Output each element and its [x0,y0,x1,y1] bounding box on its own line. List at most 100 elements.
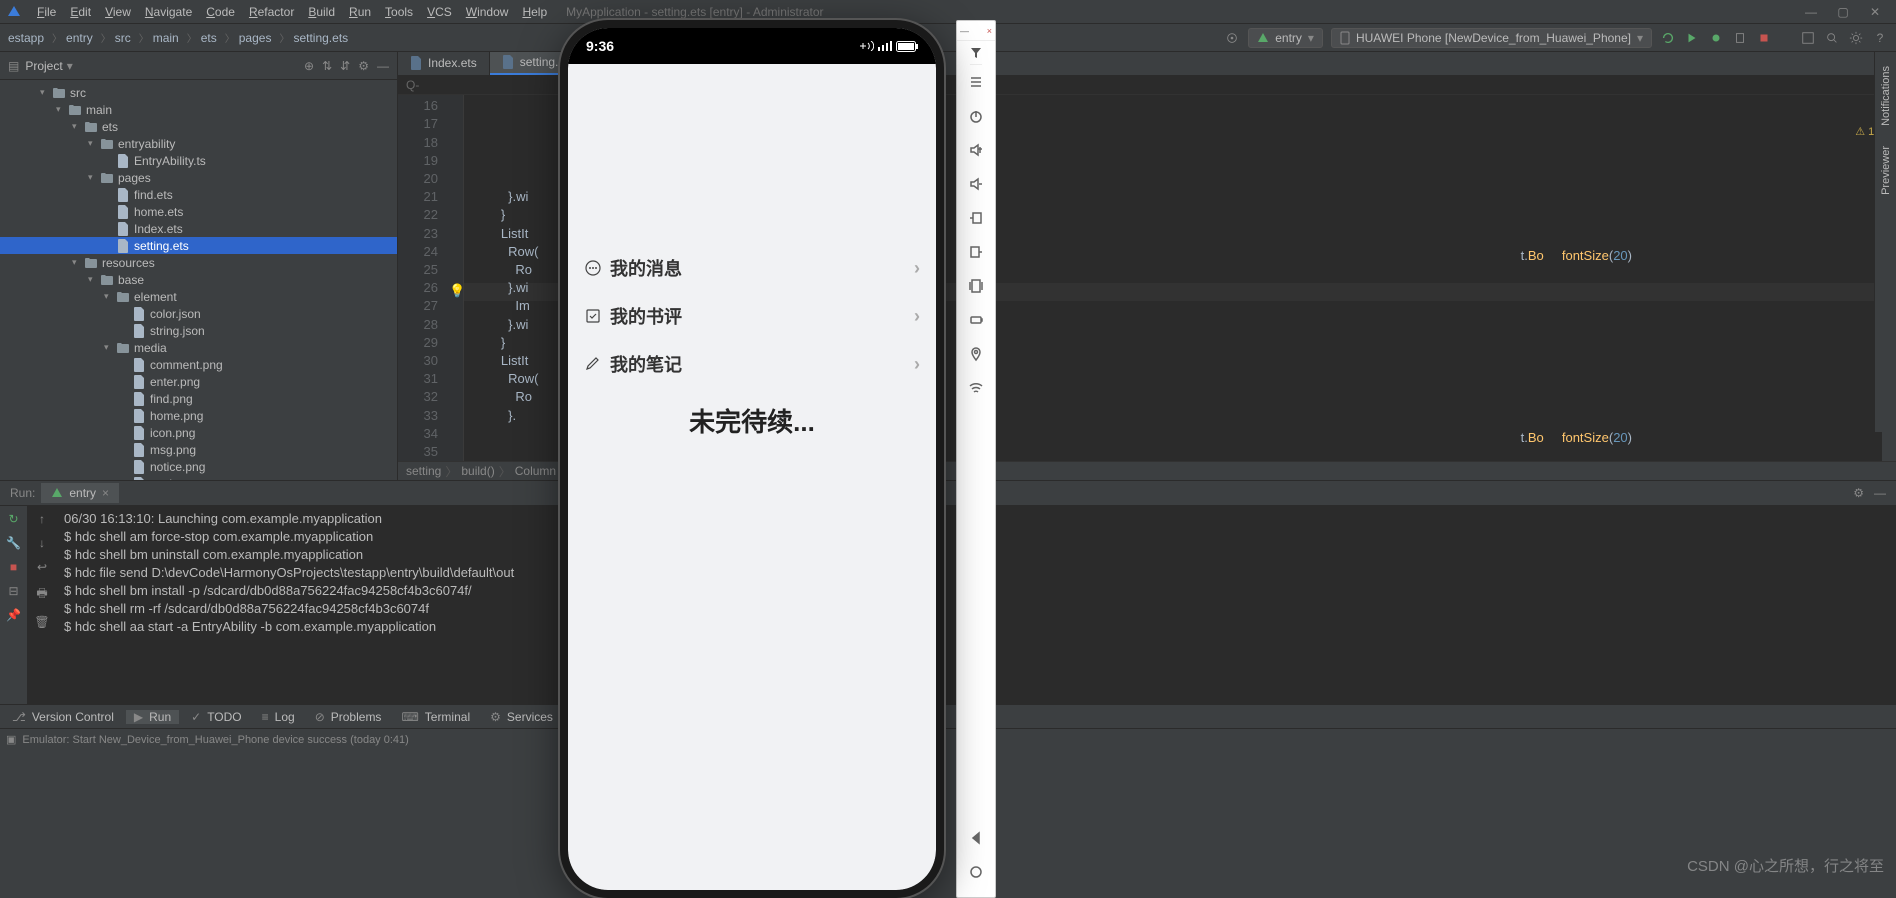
tree-folder[interactable]: ▾pages [0,169,397,186]
bottom-tab-todo[interactable]: ✓TODO [183,710,250,724]
settings-item[interactable]: 我的书评› [568,292,936,340]
run-gear-icon[interactable]: ⚙ [1853,486,1864,500]
breadcrumb[interactable]: entry [66,31,93,45]
rerun-icon[interactable]: ↻ [8,512,18,526]
menu-edit[interactable]: Edit [63,5,98,19]
stop-icon[interactable]: ■ [10,560,17,574]
tree-file[interactable]: msg.png [0,441,397,458]
menu-help[interactable]: Help [515,5,554,19]
layout-icon[interactable]: ⊟ [8,584,18,598]
editor-bc[interactable]: setting [406,464,441,478]
volume-down-icon[interactable] [957,167,995,201]
stop-icon[interactable] [1756,30,1772,46]
menu-navigate[interactable]: Navigate [138,5,199,19]
locate-icon[interactable]: ⊕ [304,59,314,73]
pt-minimize[interactable]: — [960,26,969,36]
bottom-tab-problems[interactable]: ⊘Problems [307,710,390,724]
location-icon[interactable] [957,337,995,371]
breadcrumb[interactable]: main [153,31,179,45]
menu-run[interactable]: Run [342,5,378,19]
reload-icon[interactable] [1660,30,1676,46]
tree-file[interactable]: setting.png [0,475,397,480]
breadcrumb[interactable]: pages [239,31,272,45]
menu-vcs[interactable]: VCS [420,5,459,19]
tree-file[interactable]: notice.png [0,458,397,475]
tree-file[interactable]: EntryAbility.ts [0,152,397,169]
expand-icon[interactable]: ⇅ [322,59,332,73]
hide-icon[interactable]: — [377,59,389,73]
wifi-icon[interactable] [957,371,995,405]
filter-icon[interactable] [970,41,982,65]
tree-folder[interactable]: ▾entryability [0,135,397,152]
tree-folder[interactable]: ▾main [0,101,397,118]
menu-build[interactable]: Build [301,5,342,19]
run-icon[interactable] [1684,30,1700,46]
coverage-icon[interactable] [1732,30,1748,46]
menu-view[interactable]: View [98,5,138,19]
editor-bc[interactable]: Column [515,464,556,478]
tree-file[interactable]: home.png [0,407,397,424]
bottom-tab-log[interactable]: ≡Log [254,710,303,724]
menu-file[interactable]: File [30,5,63,19]
settings-icon[interactable] [1848,30,1864,46]
breadcrumb[interactable]: estapp [8,31,44,45]
tree-folder[interactable]: ▾ets [0,118,397,135]
project-label[interactable]: Project [25,59,62,73]
tree-file[interactable]: find.png [0,390,397,407]
gear-icon[interactable]: ⚙ [358,59,369,73]
menu-refactor[interactable]: Refactor [242,5,301,19]
fit-icon[interactable] [957,269,995,303]
battery-frame-icon[interactable] [957,303,995,337]
menu-tools[interactable]: Tools [378,5,420,19]
tree-file[interactable]: find.ets [0,186,397,203]
bottom-tab-terminal[interactable]: ⌨Terminal [393,710,478,724]
editor-bc[interactable]: build() [461,464,494,478]
wrench-icon[interactable]: 🔧 [6,536,21,550]
editor-tab[interactable]: Index.ets [398,52,490,75]
run-hide-icon[interactable]: — [1874,486,1886,500]
breadcrumb[interactable]: setting.ets [293,31,348,45]
tree-folder[interactable]: ▾base [0,271,397,288]
tree-folder[interactable]: ▾src [0,84,397,101]
vtab-notifications[interactable]: Notifications [1878,56,1894,136]
breadcrumb[interactable]: src [115,31,131,45]
menu-window[interactable]: Window [459,5,516,19]
debug-icon[interactable] [1708,30,1724,46]
tree-file[interactable]: home.ets [0,203,397,220]
power-icon[interactable] [957,99,995,133]
menu-code[interactable]: Code [199,5,242,19]
bottom-tab-services[interactable]: ⚙Services [482,710,561,724]
tree-file[interactable]: comment.png [0,356,397,373]
bottom-tab-version-control[interactable]: ⎇Version Control [4,710,122,724]
search-everywhere-icon[interactable] [1824,30,1840,46]
up-icon[interactable]: ↑ [39,512,45,526]
rotate-right-icon[interactable] [957,235,995,269]
tree-file[interactable]: color.json [0,305,397,322]
breadcrumb[interactable]: ets [201,31,217,45]
tree-file[interactable]: Index.ets [0,220,397,237]
clear-icon[interactable]: 🗑 [34,615,49,629]
run-config-dropdown[interactable]: entry ▾ [1248,28,1323,48]
tree-folder[interactable]: ▾resources [0,254,397,271]
help-icon[interactable]: ? [1872,30,1888,46]
settings-item[interactable]: 我的消息› [568,244,936,292]
settings-item[interactable]: 我的笔记› [568,340,936,388]
home-icon[interactable] [957,855,995,889]
tree-file[interactable]: string.json [0,322,397,339]
target-icon[interactable] [1224,30,1240,46]
pt-close[interactable]: × [987,26,992,36]
rotate-left-icon[interactable] [957,201,995,235]
volume-up-icon[interactable] [957,133,995,167]
bottom-tab-run[interactable]: ▶Run [126,710,179,724]
pin-icon[interactable]: 📌 [6,608,21,622]
run-tab[interactable]: entry × [41,483,119,503]
close-button[interactable]: ✕ [1868,5,1882,19]
back-icon[interactable] [957,821,995,855]
layout-icon[interactable] [1800,30,1816,46]
tree-folder[interactable]: ▾media [0,339,397,356]
menu-icon[interactable] [957,65,995,99]
collapse-icon[interactable]: ⇵ [340,59,350,73]
tree-file[interactable]: icon.png [0,424,397,441]
maximize-button[interactable]: ▢ [1836,5,1850,19]
tree-file[interactable]: enter.png [0,373,397,390]
